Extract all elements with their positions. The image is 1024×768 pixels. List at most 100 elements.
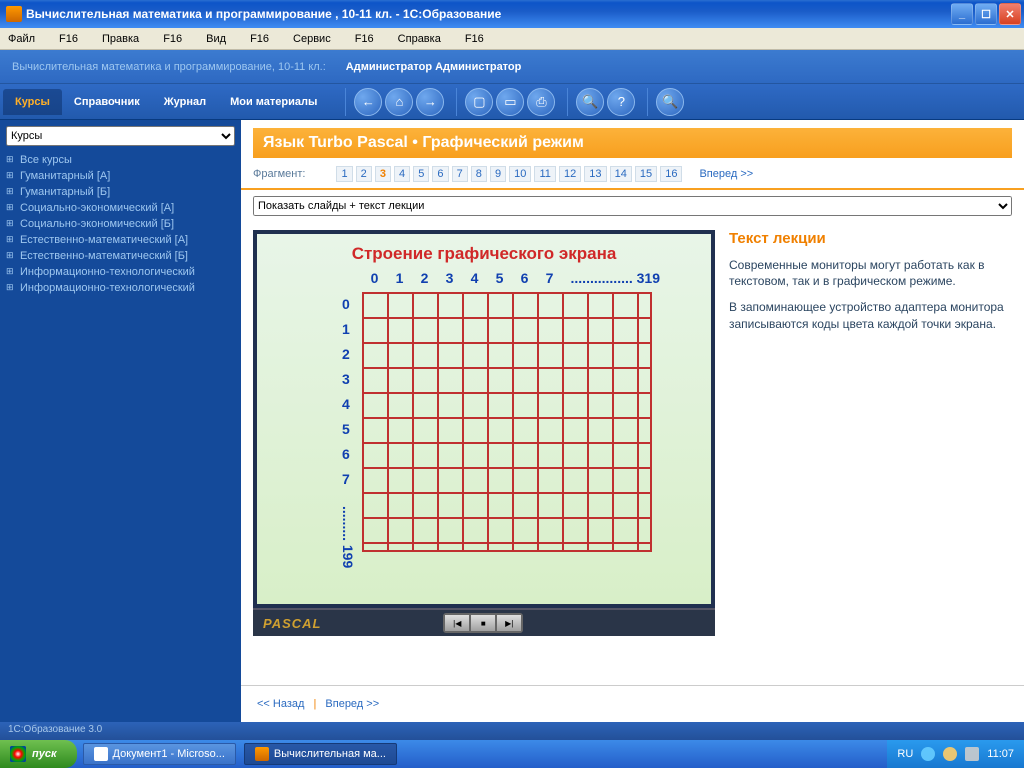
menu-help[interactable]: Справка <box>398 33 441 45</box>
app-icon <box>255 747 269 761</box>
nav-back-link[interactable]: << Назад <box>257 698 304 710</box>
main-content: Язык Turbo Pascal • Графический режим Фр… <box>241 120 1024 722</box>
fragment-link[interactable]: 6 <box>432 166 448 182</box>
status-bar: 1С:Образование 3.0 <box>0 722 1024 740</box>
fragment-link[interactable]: 5 <box>413 166 429 182</box>
nav-strip: Курсы Справочник Журнал Мои материалы ← … <box>0 84 1024 120</box>
fragment-link[interactable]: 7 <box>452 166 468 182</box>
language-indicator[interactable]: RU <box>897 748 913 760</box>
tab-journal[interactable]: Журнал <box>152 89 218 115</box>
start-button[interactable]: пуск <box>0 740 77 768</box>
taskbar: пуск Документ1 - Microso... Вычислительн… <box>0 740 1024 768</box>
breadcrumb: Вычислительная математика и программиров… <box>12 61 326 73</box>
taskbar-item-word[interactable]: Документ1 - Microso... <box>83 743 236 765</box>
slide-prev-button[interactable]: |◀ <box>444 614 470 632</box>
tray-icon[interactable] <box>943 747 957 761</box>
tool-search-icon[interactable]: 🔍 <box>576 88 604 116</box>
tool-select-icon[interactable]: ▢ <box>465 88 493 116</box>
window-titlebar: Вычислительная математика и программиров… <box>0 0 1024 28</box>
fragment-link[interactable]: 8 <box>471 166 487 182</box>
tree-item[interactable]: Гуманитарный [А] <box>6 168 235 184</box>
fragment-link[interactable]: 15 <box>635 166 657 182</box>
tree-item[interactable]: Информационно-технологический <box>6 280 235 296</box>
x-axis-labels: 01234567 <box>362 270 562 286</box>
page-title: Язык Turbo Pascal • Графический режим <box>253 128 1012 158</box>
tool-help-icon[interactable]: ? <box>607 88 635 116</box>
fragment-link[interactable]: 1 <box>336 166 352 182</box>
system-tray: RU 11:07 <box>887 740 1024 768</box>
close-button[interactable]: ✕ <box>999 3 1021 25</box>
window-title: Вычислительная математика и программиров… <box>26 7 951 21</box>
clock[interactable]: 11:07 <box>987 748 1014 760</box>
tree-item[interactable]: Социально-экономический [Б] <box>6 216 235 232</box>
bottom-nav: << Назад | Вперед >> <box>241 685 1024 722</box>
pixel-grid <box>362 292 652 552</box>
tree-item[interactable]: Информационно-технологический <box>6 264 235 280</box>
tree-item[interactable]: Социально-экономический [А] <box>6 200 235 216</box>
menu-edit[interactable]: Правка <box>102 33 139 45</box>
menu-view[interactable]: Вид <box>206 33 226 45</box>
slide-next-button[interactable]: ▶| <box>496 614 522 632</box>
tab-reference[interactable]: Справочник <box>62 89 152 115</box>
lecture-title: Текст лекции <box>729 230 1012 247</box>
y-axis-end: ......... 199 <box>340 506 356 568</box>
fragment-link[interactable]: 14 <box>610 166 632 182</box>
tool-print-icon[interactable]: ⎙ <box>527 88 555 116</box>
menu-f16[interactable]: F16 <box>163 33 182 45</box>
tool-zoom-icon[interactable]: 🔍 <box>656 88 684 116</box>
sidebar: Курсы Все курсыГуманитарный [А]Гуманитар… <box>0 120 241 722</box>
menu-f16[interactable]: F16 <box>59 33 78 45</box>
slide-controls: PASCAL |◀ ■ ▶| <box>253 608 715 636</box>
fragment-link[interactable]: 11 <box>534 166 555 182</box>
tool-presentation-icon[interactable]: ▭ <box>496 88 524 116</box>
nav-back-button[interactable]: ← <box>354 88 382 116</box>
tree-item[interactable]: Естественно-математический [Б] <box>6 248 235 264</box>
fragment-row: Фрагмент: 1 2 3 4 5 6 7 8 9 10 11 12 13 … <box>241 158 1024 190</box>
menu-service[interactable]: Сервис <box>293 33 331 45</box>
fragment-link[interactable]: 13 <box>584 166 606 182</box>
maximize-button[interactable]: ☐ <box>975 3 997 25</box>
tree-item[interactable]: Все курсы <box>6 152 235 168</box>
nav-forward-link[interactable]: Вперед >> <box>325 698 379 710</box>
nav-home-button[interactable]: ⌂ <box>385 88 413 116</box>
brand-logo <box>931 85 1021 119</box>
course-tree: Все курсыГуманитарный [А]Гуманитарный [Б… <box>0 148 241 722</box>
slide-panel: Строение графического экрана 01234567 ..… <box>253 230 715 685</box>
menu-file[interactable]: Файл <box>8 33 35 45</box>
slide-stop-button[interactable]: ■ <box>470 614 496 632</box>
lecture-panel: Текст лекции Современные мониторы могут … <box>729 230 1012 685</box>
show-mode-select[interactable]: Показать слайды + текст лекции <box>253 196 1012 216</box>
sidebar-select[interactable]: Курсы <box>6 126 235 146</box>
tree-item[interactable]: Гуманитарный [Б] <box>6 184 235 200</box>
fragment-link[interactable]: 12 <box>559 166 581 182</box>
fragment-link[interactable]: 3 <box>375 166 391 182</box>
nav-forward-button[interactable]: → <box>416 88 444 116</box>
y-axis-labels: 01234567 <box>342 292 350 492</box>
fragment-forward-link[interactable]: Вперед >> <box>699 168 753 180</box>
lecture-paragraph: В запоминающее устройство адаптера монит… <box>729 299 1012 331</box>
menu-f16[interactable]: F16 <box>355 33 374 45</box>
tab-materials[interactable]: Мои материалы <box>218 89 329 115</box>
menu-bar: Файл F16 Правка F16 Вид F16 Сервис F16 С… <box>0 28 1024 50</box>
fragment-link[interactable]: 4 <box>394 166 410 182</box>
breadcrumb-bar: Вычислительная математика и программиров… <box>0 50 1024 84</box>
menu-f16[interactable]: F16 <box>250 33 269 45</box>
fragment-link[interactable]: 16 <box>660 166 682 182</box>
fragment-link[interactable]: 2 <box>356 166 372 182</box>
word-icon <box>94 747 108 761</box>
lecture-paragraph: Современные мониторы могут работать как … <box>729 257 1012 289</box>
minimize-button[interactable]: _ <box>951 3 973 25</box>
fragment-link[interactable]: 10 <box>509 166 531 182</box>
tab-courses[interactable]: Курсы <box>3 89 62 115</box>
x-axis-end: ................ 319 <box>571 270 660 286</box>
tray-icon[interactable] <box>965 747 979 761</box>
slide-caption: PASCAL <box>263 616 321 631</box>
fragment-link[interactable]: 9 <box>490 166 506 182</box>
fragment-label: Фрагмент: <box>253 168 305 180</box>
slide-title: Строение графического экрана <box>257 234 711 270</box>
tray-icon[interactable] <box>921 747 935 761</box>
menu-f16[interactable]: F16 <box>465 33 484 45</box>
app-icon <box>6 6 22 22</box>
taskbar-item-app[interactable]: Вычислительная ма... <box>244 743 397 765</box>
tree-item[interactable]: Естественно-математический [А] <box>6 232 235 248</box>
